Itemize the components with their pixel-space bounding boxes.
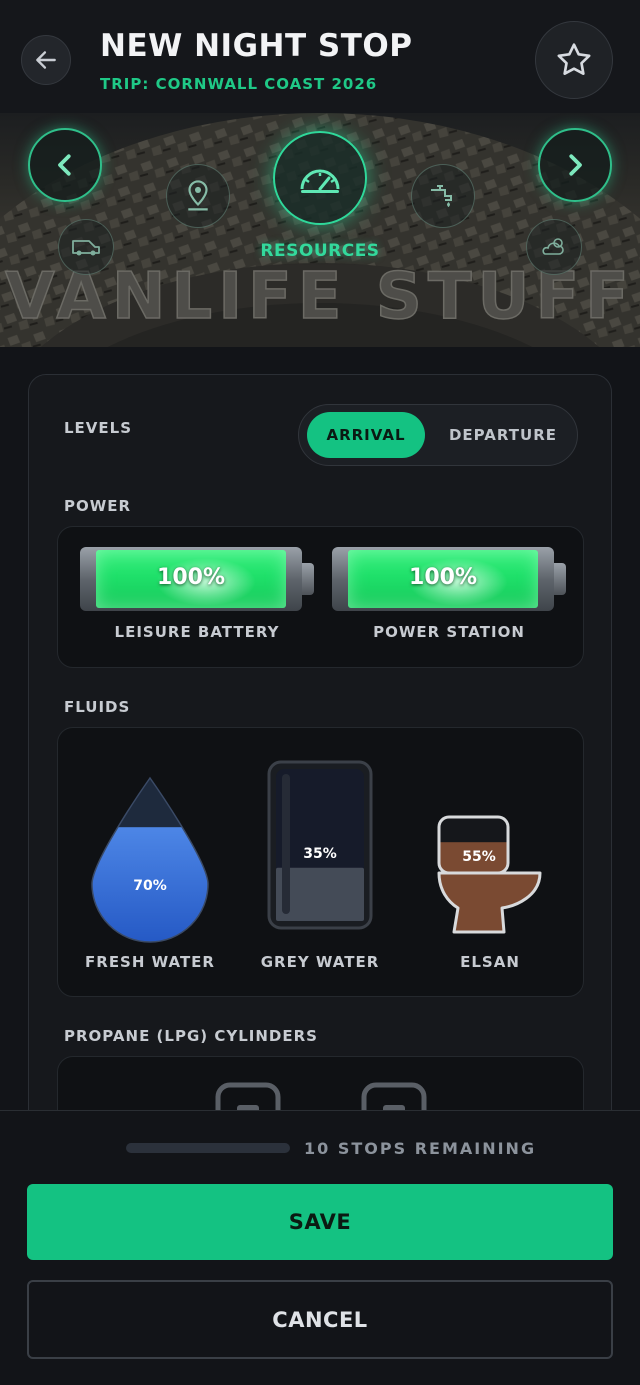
previous-step-button[interactable]	[28, 128, 102, 202]
gauge-icon	[300, 169, 340, 193]
step-banner: VANLIFE STUFF RESOURCES	[0, 113, 640, 347]
departure-option[interactable]: DEPARTURE	[433, 412, 573, 458]
page-title: NEW NIGHT STOP	[100, 28, 413, 64]
resources-card: LEVELS ARRIVAL DEPARTURE POWER 100% LEIS…	[28, 374, 612, 1134]
elsan-percent: 55%	[462, 849, 496, 865]
footer: 10 STOPS REMAINING SAVE CANCEL	[0, 1110, 640, 1385]
grey-water-label: GREY WATER	[260, 953, 380, 971]
battery-terminal	[302, 563, 314, 595]
propane-label: PROPANE (LPG) CYLINDERS	[64, 1027, 318, 1045]
tap-icon	[431, 185, 452, 207]
save-button[interactable]: SAVE	[27, 1184, 613, 1260]
levels-toggle[interactable]: ARRIVAL DEPARTURE	[298, 404, 578, 466]
arrow-left-icon	[36, 51, 56, 69]
back-button[interactable]	[21, 35, 71, 85]
elsan-gauge[interactable]	[434, 814, 546, 936]
header: NEW NIGHT STOP TRIP: CORNWALL COAST 2026	[0, 0, 640, 113]
fresh-water-percent: 70%	[133, 878, 167, 894]
step-water[interactable]	[411, 164, 475, 228]
favorite-button[interactable]	[535, 21, 613, 99]
elsan-label: ELSAN	[460, 953, 520, 971]
grey-water-percent: 35%	[303, 846, 337, 862]
chevron-left-icon	[58, 154, 71, 176]
fluids-panel: 70% FRESH WATER 35% GREY WATER 55% ELSAN	[57, 727, 584, 997]
levels-label: LEVELS	[64, 419, 133, 437]
next-step-button[interactable]	[538, 128, 612, 202]
trip-subtitle: TRIP: CORNWALL COAST 2026	[100, 75, 378, 93]
fresh-water-label: FRESH WATER	[85, 953, 215, 971]
cancel-button[interactable]: CANCEL	[27, 1280, 613, 1359]
arrival-option[interactable]: ARRIVAL	[307, 412, 425, 458]
fresh-water-gauge[interactable]	[88, 774, 212, 944]
fluids-label: FLUIDS	[64, 698, 131, 716]
power-station-label: POWER STATION	[373, 623, 525, 641]
chevron-right-icon	[569, 154, 582, 176]
power-panel: 100% LEISURE BATTERY 100% POWER STATION	[57, 526, 584, 668]
battery-terminal	[554, 563, 566, 595]
battery-percent: 100%	[157, 565, 225, 590]
step-resources[interactable]	[273, 131, 367, 225]
stops-progress-bar	[126, 1143, 290, 1153]
location-pin-icon	[188, 180, 208, 211]
leisure-battery-label: LEISURE BATTERY	[114, 623, 280, 641]
active-step-label: RESOURCES	[260, 241, 380, 261]
battery-percent: 100%	[409, 565, 477, 590]
power-station-gauge[interactable]: 100%	[332, 547, 566, 611]
leisure-battery-gauge[interactable]: 100%	[80, 547, 314, 611]
power-label: POWER	[64, 497, 132, 515]
star-icon	[557, 43, 591, 75]
stops-remaining-text: 10 STOPS REMAINING	[304, 1139, 537, 1158]
grey-water-gauge[interactable]	[267, 760, 373, 930]
step-location[interactable]	[166, 164, 230, 228]
